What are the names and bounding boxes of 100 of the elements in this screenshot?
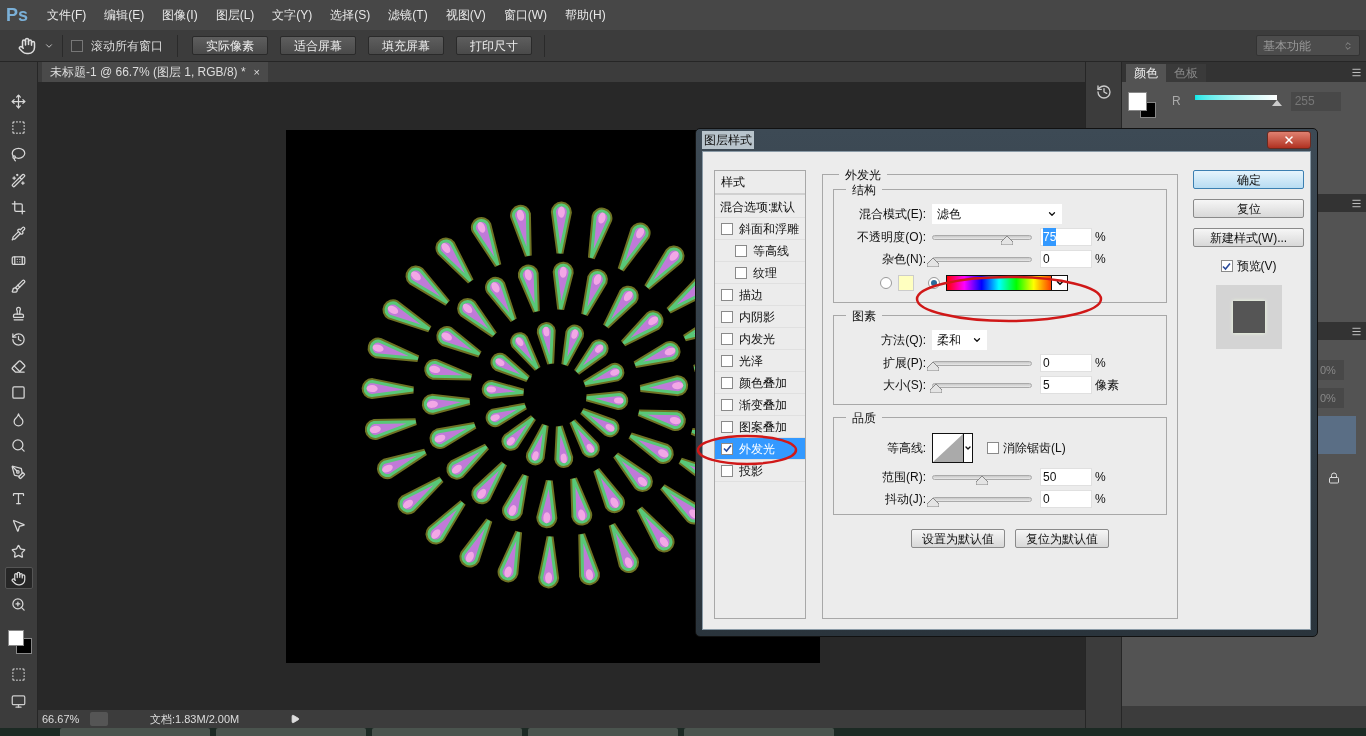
style-list-item[interactable]: 投影 (715, 459, 805, 481)
checkbox[interactable] (721, 310, 733, 323)
slider-thumb[interactable] (927, 257, 939, 267)
slider-thumb[interactable] (1000, 235, 1013, 245)
unit-label: % (1095, 229, 1106, 246)
menu-item[interactable]: 图层(L) (206, 6, 264, 24)
menu-item[interactable]: 图像(I) (153, 6, 207, 24)
field-label: 杂色(N): (881, 251, 927, 268)
eraser-icon (11, 358, 26, 374)
hand-icon[interactable] (18, 36, 36, 55)
value-field[interactable]: 0 (1040, 250, 1092, 268)
section-title: 外发光 (839, 166, 887, 184)
unit-label: % (1095, 469, 1106, 486)
menu-item[interactable]: 视图(V) (436, 6, 495, 24)
menu-item[interactable]: 窗口(W) (494, 6, 556, 24)
quick-mask-icon[interactable] (11, 666, 26, 682)
checkbox[interactable] (1220, 260, 1233, 272)
pointer-icon (11, 517, 26, 533)
menu-item[interactable]: 滤镜(T) (379, 6, 437, 24)
field-label: 等高线: (885, 440, 927, 457)
checkbox[interactable] (721, 354, 733, 367)
screen-mode-icon[interactable] (11, 694, 26, 709)
gradient-picker[interactable] (946, 275, 1068, 291)
option-button[interactable]: 实际像素 (192, 36, 268, 55)
checkbox[interactable] (735, 244, 747, 257)
panel-menu-icon[interactable] (1351, 67, 1362, 78)
contour-picker[interactable] (932, 433, 973, 463)
defaults-button[interactable]: 设置为默认值 (911, 529, 1005, 548)
menu-item[interactable]: 编辑(E) (95, 6, 154, 24)
option-button[interactable]: 打印尺寸 (456, 36, 532, 55)
lock-icon (1328, 472, 1340, 484)
lasso-icon (11, 146, 26, 162)
slider-thumb[interactable] (927, 497, 939, 507)
style-list-item[interactable]: 颜色叠加 (715, 371, 805, 393)
slider-thumb[interactable] (927, 361, 939, 371)
dialog-button[interactable]: 确定 (1193, 170, 1304, 189)
panel-menu-icon[interactable] (1351, 197, 1362, 209)
style-label: 光泽 (739, 352, 763, 370)
style-label: 斜面和浮雕 (739, 220, 799, 238)
style-list-item[interactable]: 斜面和浮雕 (715, 217, 805, 239)
checkbox[interactable] (721, 332, 733, 345)
panel-tab[interactable]: 颜色 (1126, 64, 1166, 82)
group-title: 品质 (846, 409, 882, 427)
value-field[interactable]: 0 (1040, 490, 1092, 508)
droplet-icon (11, 411, 26, 427)
value-field[interactable]: 0 (1040, 354, 1092, 372)
checkbox[interactable] (735, 266, 747, 279)
checkbox[interactable] (721, 222, 733, 235)
preview-thumbnail (1215, 285, 1282, 349)
field-label: 范围(R): (881, 469, 927, 486)
blend-options-item[interactable]: 混合选项:默认 (715, 193, 805, 217)
play-icon[interactable] (290, 714, 300, 724)
checkbox[interactable] (721, 398, 733, 411)
style-list-item[interactable]: 光泽 (715, 349, 805, 371)
dialog-button[interactable]: 新建样式(W)... (1193, 228, 1304, 247)
checkbox[interactable] (721, 288, 733, 301)
dialog-button[interactable]: 复位 (1193, 199, 1304, 218)
panel-menu-icon[interactable] (1351, 325, 1362, 337)
value-field[interactable]: 50 (1040, 468, 1092, 486)
checkbox[interactable] (721, 464, 733, 477)
close-button[interactable]: × (253, 63, 260, 81)
checkbox[interactable] (987, 442, 999, 454)
radio-button[interactable] (880, 277, 892, 289)
style-list-item[interactable]: 等高线 (715, 239, 805, 261)
channel-label: R (1172, 93, 1181, 110)
group-title: 图素 (846, 307, 882, 325)
style-list-item[interactable]: 纹理 (715, 261, 805, 283)
value-field[interactable]: 5 (1040, 376, 1092, 394)
technique-select[interactable]: 柔和 (932, 330, 987, 350)
style-list-item[interactable]: 内阴影 (715, 305, 805, 327)
field-label: 混合模式(E): (857, 206, 927, 223)
tool-button[interactable] (4, 567, 33, 589)
style-list-item[interactable]: 渐变叠加 (715, 393, 805, 415)
menu-item[interactable]: 选择(S) (321, 6, 380, 24)
slider-thumb[interactable] (976, 475, 988, 485)
menu-item[interactable]: 帮助(H) (556, 6, 615, 24)
color-swatch[interactable] (898, 275, 914, 291)
slider-thumb[interactable] (1271, 100, 1282, 106)
style-list-item[interactable]: 描边 (715, 283, 805, 305)
history-icon[interactable] (1095, 84, 1112, 100)
color-swatches-icon[interactable] (5, 628, 32, 654)
blend-mode-select[interactable]: 滤色 (932, 204, 1062, 224)
color-swatches-icon[interactable] (1128, 92, 1158, 120)
menu-item[interactable]: 文字(Y) (263, 6, 322, 24)
slider-thumb[interactable] (929, 383, 942, 393)
document-tab[interactable]: 未标题-1 @ 66.7% (图层 1, RGB/8) * × (42, 62, 268, 82)
close-button[interactable] (1267, 131, 1311, 149)
eyedropper-icon (11, 226, 26, 241)
menu-item[interactable]: 文件(F) (38, 6, 96, 24)
option-button[interactable]: 填充屏幕 (368, 36, 444, 55)
defaults-button[interactable]: 复位为默认值 (1015, 529, 1109, 548)
checkbox[interactable] (721, 420, 733, 433)
option-button[interactable]: 适合屏幕 (280, 36, 356, 55)
checkbox[interactable] (721, 376, 733, 389)
checkbox[interactable] (721, 442, 733, 455)
layer-row[interactable] (1316, 416, 1356, 454)
unit-label: % (1095, 355, 1106, 372)
square-icon (11, 385, 26, 400)
checkbox[interactable] (71, 39, 83, 52)
style-list-item[interactable]: 内发光 (715, 327, 805, 349)
